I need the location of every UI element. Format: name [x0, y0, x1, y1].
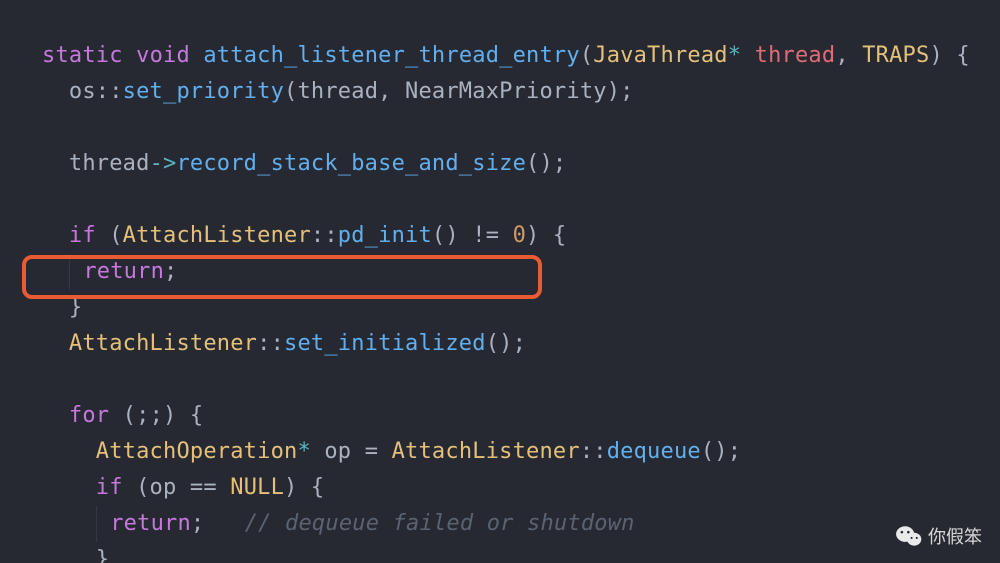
- code-line: if (op == NULL) {: [42, 475, 324, 500]
- keyword-static: static: [42, 43, 123, 68]
- code-line: static void attach_listener_thread_entry…: [42, 43, 970, 68]
- keyword-if: if: [69, 223, 96, 248]
- code-block: static void attach_listener_thread_entry…: [0, 2, 1000, 563]
- macro-traps: TRAPS: [862, 43, 929, 68]
- keyword-void: void: [136, 43, 190, 68]
- watermark-text: 你假笨: [928, 523, 982, 549]
- fn-pd-init: pd_init: [338, 223, 432, 248]
- code-line: for (;;) {: [42, 403, 203, 428]
- type-javathread: JavaThread: [593, 43, 727, 68]
- code-line: }: [42, 295, 82, 320]
- fn-record-stack: record_stack_base_and_size: [176, 151, 526, 176]
- type-attachlistener: AttachListener: [69, 331, 257, 356]
- keyword-return: return: [110, 511, 191, 536]
- code-line: if (AttachListener::pd_init() != 0) {: [42, 223, 566, 248]
- code-line: }: [42, 547, 109, 563]
- fn-set-priority: set_priority: [123, 79, 284, 104]
- param-thread: thread: [755, 43, 836, 68]
- code-line: return;: [42, 259, 177, 284]
- function-name: attach_listener_thread_entry: [203, 43, 579, 68]
- keyword-return: return: [83, 259, 164, 284]
- watermark: 你假笨: [896, 523, 982, 549]
- const-null: NULL: [230, 475, 284, 500]
- code-editor: static void attach_listener_thread_entry…: [0, 0, 1000, 563]
- code-line: AttachOperation* op = AttachListener::de…: [42, 439, 741, 464]
- fn-set-initialized: set_initialized: [284, 331, 486, 356]
- code-line: os::set_priority(thread, NearMaxPriority…: [42, 79, 634, 104]
- code-line: thread->record_stack_base_and_size();: [42, 151, 566, 176]
- type-attachlistener: AttachListener: [123, 223, 311, 248]
- keyword-for: for: [69, 403, 109, 428]
- code-line: return; // dequeue failed or shutdown: [42, 511, 635, 536]
- wechat-icon: [896, 525, 922, 547]
- fn-dequeue: dequeue: [607, 439, 701, 464]
- code-line-highlighted: AttachListener::set_initialized();: [42, 331, 526, 356]
- keyword-if: if: [96, 475, 123, 500]
- comment: // dequeue failed or shutdown: [245, 511, 635, 536]
- type-attachoperation: AttachOperation: [96, 439, 298, 464]
